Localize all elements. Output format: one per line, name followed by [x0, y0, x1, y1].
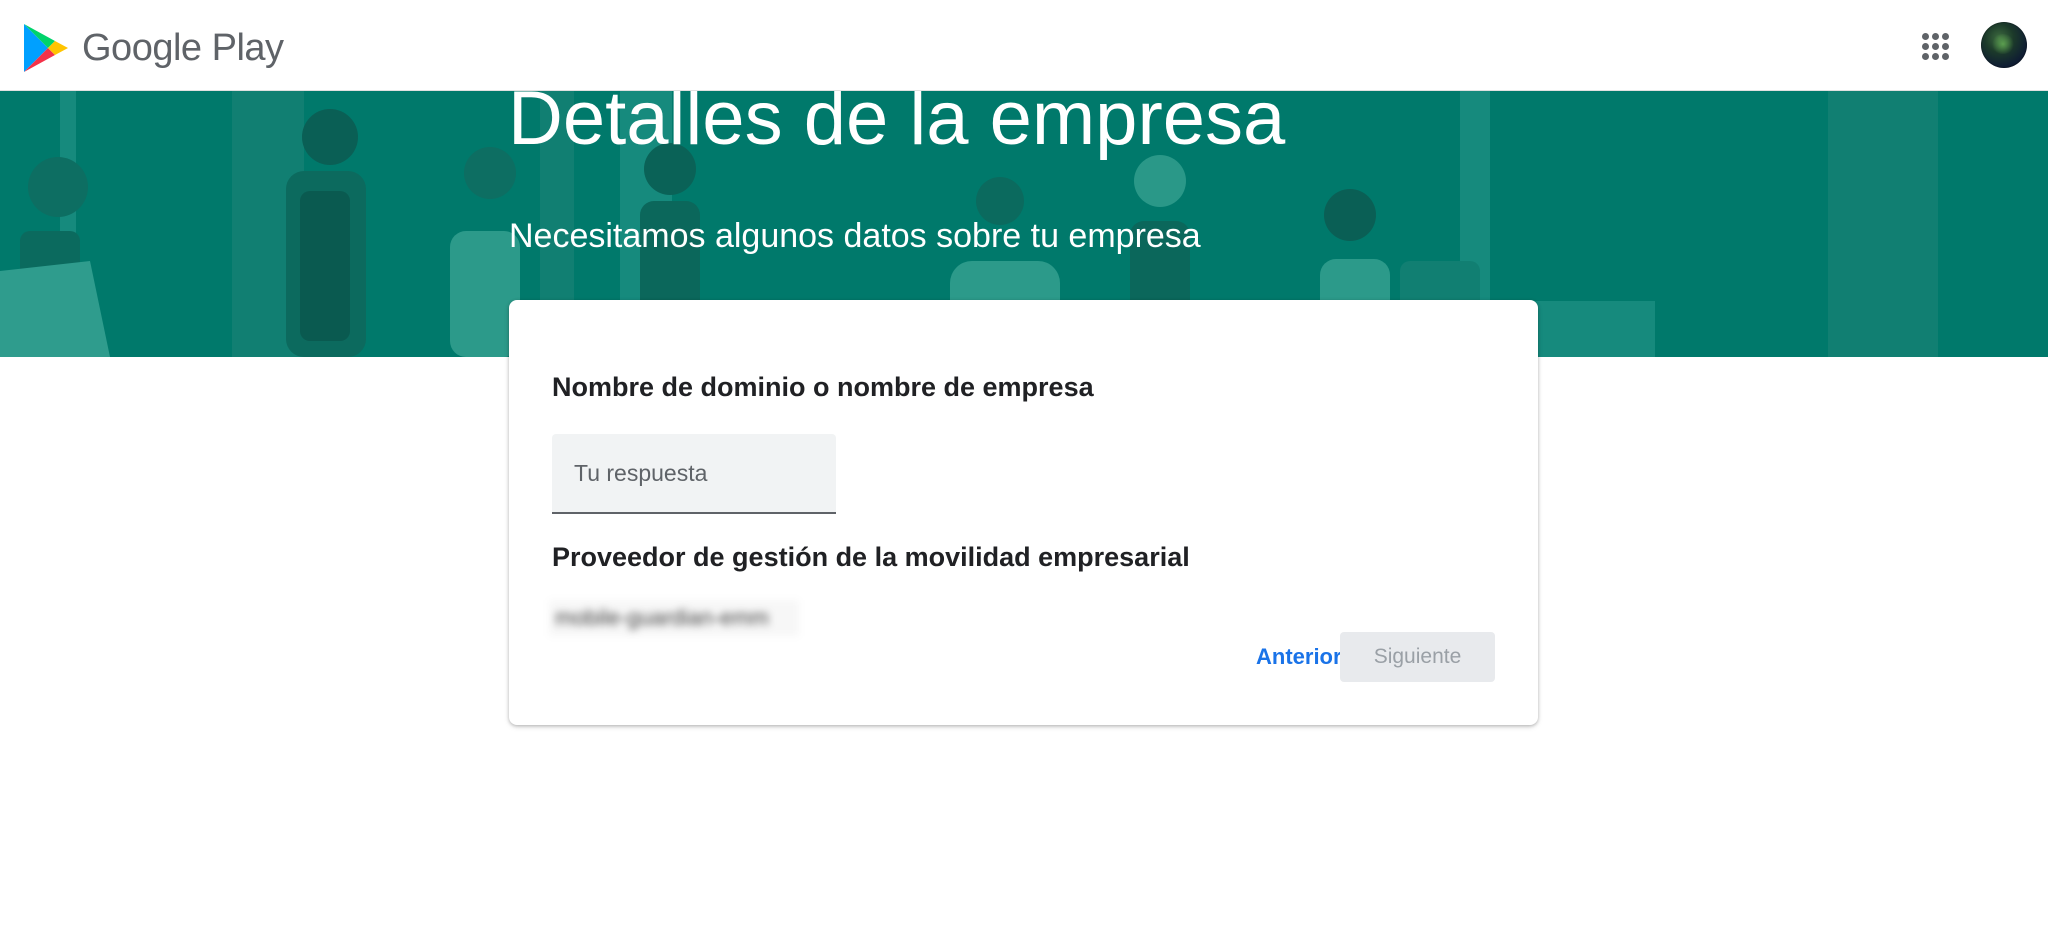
- enterprise-details-form: Nombre de dominio o nombre de empresa Pr…: [509, 300, 1538, 725]
- emm-provider-value: mobile-guardian-emm: [549, 600, 799, 636]
- apps-grid-icon[interactable]: [1917, 28, 1953, 64]
- emm-provider-label: Proveedor de gestión de la movilidad emp…: [552, 542, 1190, 572]
- previous-button[interactable]: Anterior: [1248, 632, 1350, 682]
- google-play-logo[interactable]: Google Play: [22, 22, 284, 74]
- page-subtitle: Necesitamos algunos datos sobre tu empre…: [509, 217, 1201, 255]
- top-app-bar: Google Play: [0, 0, 2048, 91]
- google-play-icon: [24, 24, 68, 72]
- brand-name: Google Play: [82, 26, 284, 69]
- page-title: Detalles de la empresa: [508, 91, 1286, 161]
- domain-name-input[interactable]: [552, 434, 836, 514]
- user-avatar[interactable]: [1981, 22, 2027, 68]
- next-button[interactable]: Siguiente: [1340, 632, 1495, 682]
- domain-name-label: Nombre de dominio o nombre de empresa: [552, 372, 1094, 402]
